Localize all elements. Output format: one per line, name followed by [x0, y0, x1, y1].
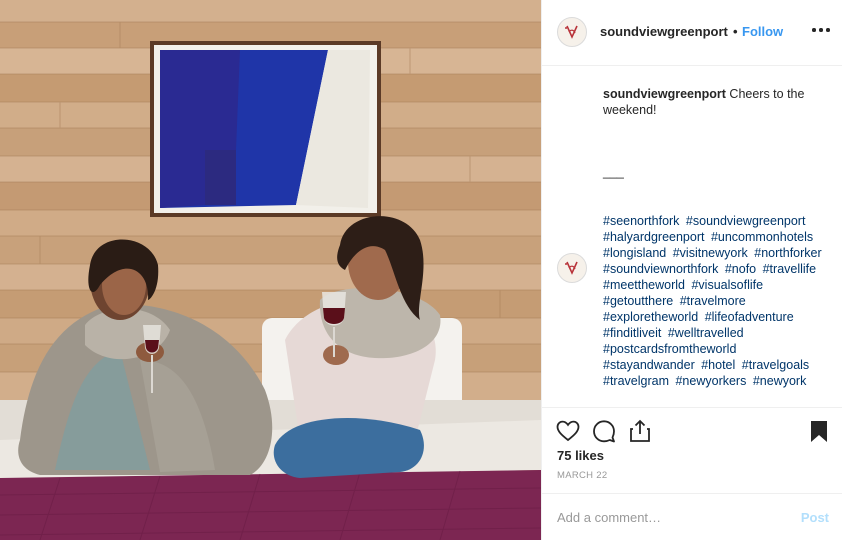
- bookmark-icon[interactable]: [806, 418, 832, 444]
- hashtag-link[interactable]: #halyardgreenport: [603, 230, 704, 244]
- post-side-panel: soundviewgreenport • Follow soundviewgre…: [541, 0, 842, 540]
- hashtag-link[interactable]: #travelgram: [603, 374, 669, 388]
- comments-section[interactable]: soundviewgreenport Cheers to the weekend…: [542, 66, 842, 406]
- hashtag-link[interactable]: #travelmore: [680, 294, 746, 308]
- hashtag-link[interactable]: #travelgoals: [742, 358, 809, 372]
- comment-avatar[interactable]: [557, 253, 587, 283]
- hashtag-link[interactable]: #finditliveit: [603, 326, 661, 340]
- hashtag-comment: #seenorthfork #soundviewgreenport #halya…: [603, 213, 833, 389]
- post-caption: soundviewgreenport Cheers to the weekend…: [603, 86, 828, 118]
- hashtag-link[interactable]: #exploretheworld: [603, 310, 698, 324]
- soundview-logo-icon: [559, 19, 585, 45]
- instagram-post: soundviewgreenport • Follow soundviewgre…: [0, 0, 842, 540]
- post-photo-image: [0, 0, 541, 540]
- hashtag-link[interactable]: #soundviewnorthfork: [603, 262, 718, 276]
- caption-divider: ___: [603, 165, 624, 179]
- share-upload-icon[interactable]: [627, 418, 653, 444]
- hashtag-link[interactable]: #visitnewyork: [673, 246, 748, 260]
- post-header: soundviewgreenport • Follow: [542, 0, 842, 66]
- hashtag-link[interactable]: #travellife: [763, 262, 817, 276]
- hashtag-link[interactable]: #stayandwander: [603, 358, 695, 372]
- hashtag-link[interactable]: #postcardsfromtheworld: [603, 342, 736, 356]
- follow-button[interactable]: Follow: [742, 24, 783, 39]
- avatar[interactable]: [557, 17, 587, 47]
- hashtag-link[interactable]: #newyork: [753, 374, 807, 388]
- hashtag-link[interactable]: #welltravelled: [668, 326, 744, 340]
- post-date[interactable]: MARCH 22: [557, 470, 607, 481]
- hashtag-link[interactable]: #newyorkers: [675, 374, 746, 388]
- hashtag-link[interactable]: #hotel: [701, 358, 735, 372]
- framed-painting: [150, 41, 381, 217]
- likes-count[interactable]: 75 likes: [557, 448, 604, 463]
- hashtag-link[interactable]: #getoutthere: [603, 294, 673, 308]
- add-comment-bar: Post: [542, 493, 842, 540]
- hashtag-link[interactable]: #uncommonhotels: [711, 230, 813, 244]
- caption-username-link[interactable]: soundviewgreenport: [603, 87, 726, 101]
- comment-input[interactable]: [557, 506, 777, 528]
- like-heart-icon[interactable]: [555, 418, 581, 444]
- hashtag-link[interactable]: #seenorthfork: [603, 214, 679, 228]
- hashtag-link[interactable]: #visualsoflife: [691, 278, 763, 292]
- hashtag-link[interactable]: #longisland: [603, 246, 666, 260]
- post-actions: 75 likes MARCH 22: [542, 407, 842, 502]
- username-link[interactable]: soundviewgreenport: [600, 24, 728, 39]
- post-comment-button[interactable]: Post: [801, 510, 829, 525]
- separator-dot: •: [733, 24, 738, 39]
- soundview-logo-icon: [559, 255, 585, 281]
- more-options-icon[interactable]: [812, 22, 830, 38]
- hashtag-link[interactable]: #lifeofadventure: [705, 310, 794, 324]
- hashtag-link[interactable]: #meettheworld: [603, 278, 685, 292]
- post-photo[interactable]: [0, 0, 541, 540]
- hashtag-link[interactable]: #nofo: [725, 262, 756, 276]
- comment-bubble-icon[interactable]: [591, 418, 617, 444]
- hashtag-link[interactable]: #soundviewgreenport: [686, 214, 806, 228]
- hashtag-link[interactable]: #northforker: [754, 246, 821, 260]
